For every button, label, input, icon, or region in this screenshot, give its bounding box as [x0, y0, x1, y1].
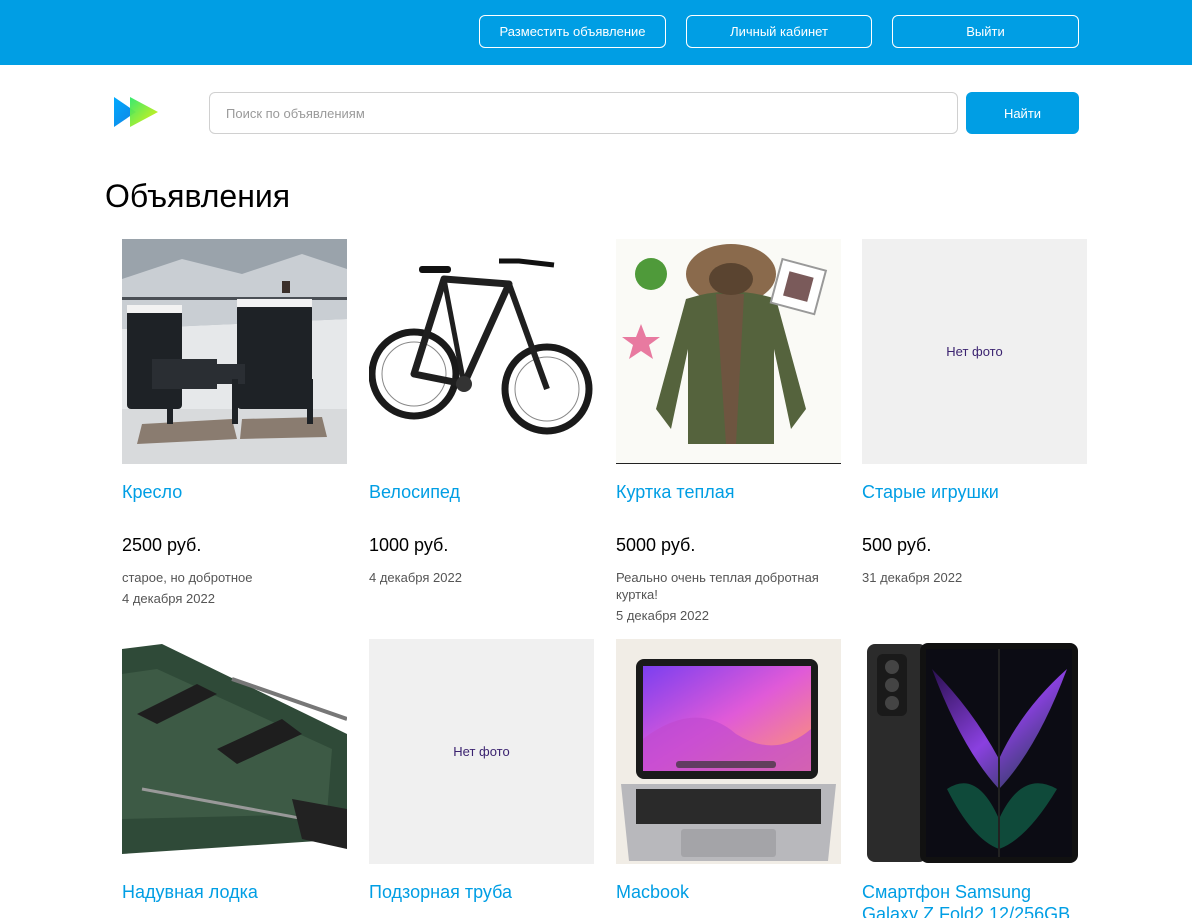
ad-title[interactable]: Смартфон Samsung Galaxy Z Fold2 12/256GB	[862, 881, 1087, 918]
account-button[interactable]: Личный кабинет	[686, 15, 872, 48]
ad-description: старое, но добротное	[122, 570, 253, 585]
ad-details: 4 декабря 2022	[369, 569, 589, 586]
ad-photo-foldable-phone[interactable]	[862, 639, 1087, 864]
ad-description: Реально очень теплая добротная куртка!	[616, 570, 819, 602]
ad-date: 5 декабря 2022	[616, 608, 709, 623]
ad-photo-placeholder[interactable]: Нет фото	[862, 239, 1087, 464]
ad-card[interactable]: Macbook	[616, 639, 841, 903]
ad-date: 31 декабря 2022	[862, 570, 963, 585]
ad-card[interactable]: Смартфон Samsung Galaxy Z Fold2 12/256GB	[862, 639, 1087, 918]
ad-photo-snow-chairs[interactable]	[122, 239, 347, 464]
ad-title[interactable]: Кресло	[122, 481, 347, 503]
ad-card[interactable]: Куртка теплая 5000 руб. Реально очень те…	[616, 239, 841, 623]
ad-card[interactable]: Велосипед 1000 руб. 4 декабря 2022	[369, 239, 594, 585]
ad-photo-bicycle[interactable]	[369, 239, 594, 464]
logo[interactable]	[112, 96, 160, 128]
ad-title[interactable]: Надувная лодка	[122, 881, 347, 903]
ad-price: 5000 руб.	[616, 535, 696, 555]
ad-date: 4 декабря 2022	[369, 570, 462, 585]
ad-details: 31 декабря 2022	[862, 569, 1082, 586]
logout-button[interactable]: Выйти	[892, 15, 1079, 48]
ad-title[interactable]: Подзорная труба	[369, 881, 594, 903]
ad-photo-placeholder[interactable]: Нет фото	[369, 639, 594, 864]
ad-price: 500 руб.	[862, 535, 932, 555]
ad-date: 4 декабря 2022	[122, 591, 215, 606]
ad-details: старое, но добротное 4 декабря 2022	[122, 569, 342, 607]
no-photo-label: Нет фото	[453, 744, 510, 759]
top-bar: Разместить объявление Личный кабинет Вый…	[0, 0, 1192, 65]
ad-card[interactable]: Нет фото Подзорная труба	[369, 639, 594, 903]
search-input[interactable]	[209, 92, 958, 134]
ad-details: Реально очень теплая добротная куртка! 5…	[616, 569, 836, 624]
ad-title[interactable]: Macbook	[616, 881, 841, 903]
ad-photo-laptop[interactable]	[616, 639, 841, 864]
ad-price: 2500 руб.	[122, 535, 202, 555]
ad-photo-inflatable-boat[interactable]	[122, 639, 347, 864]
ad-title[interactable]: Велосипед	[369, 481, 594, 503]
ad-card[interactable]: Надувная лодка	[122, 639, 347, 903]
ad-card[interactable]: Нет фото Старые игрушки 500 руб. 31 дека…	[862, 239, 1087, 585]
logo-icon	[114, 97, 158, 127]
ad-photo-green-jacket[interactable]	[616, 239, 841, 464]
ad-title[interactable]: Куртка теплая	[616, 481, 841, 503]
ad-card[interactable]: Кресло 2500 руб. старое, но добротное 4 …	[122, 239, 347, 606]
ad-price: 1000 руб.	[369, 535, 449, 555]
search-button[interactable]: Найти	[966, 92, 1079, 134]
post-ad-button[interactable]: Разместить объявление	[479, 15, 666, 48]
no-photo-label: Нет фото	[946, 344, 1003, 359]
page-title: Объявления	[105, 178, 291, 214]
ad-title[interactable]: Старые игрушки	[862, 481, 1087, 503]
